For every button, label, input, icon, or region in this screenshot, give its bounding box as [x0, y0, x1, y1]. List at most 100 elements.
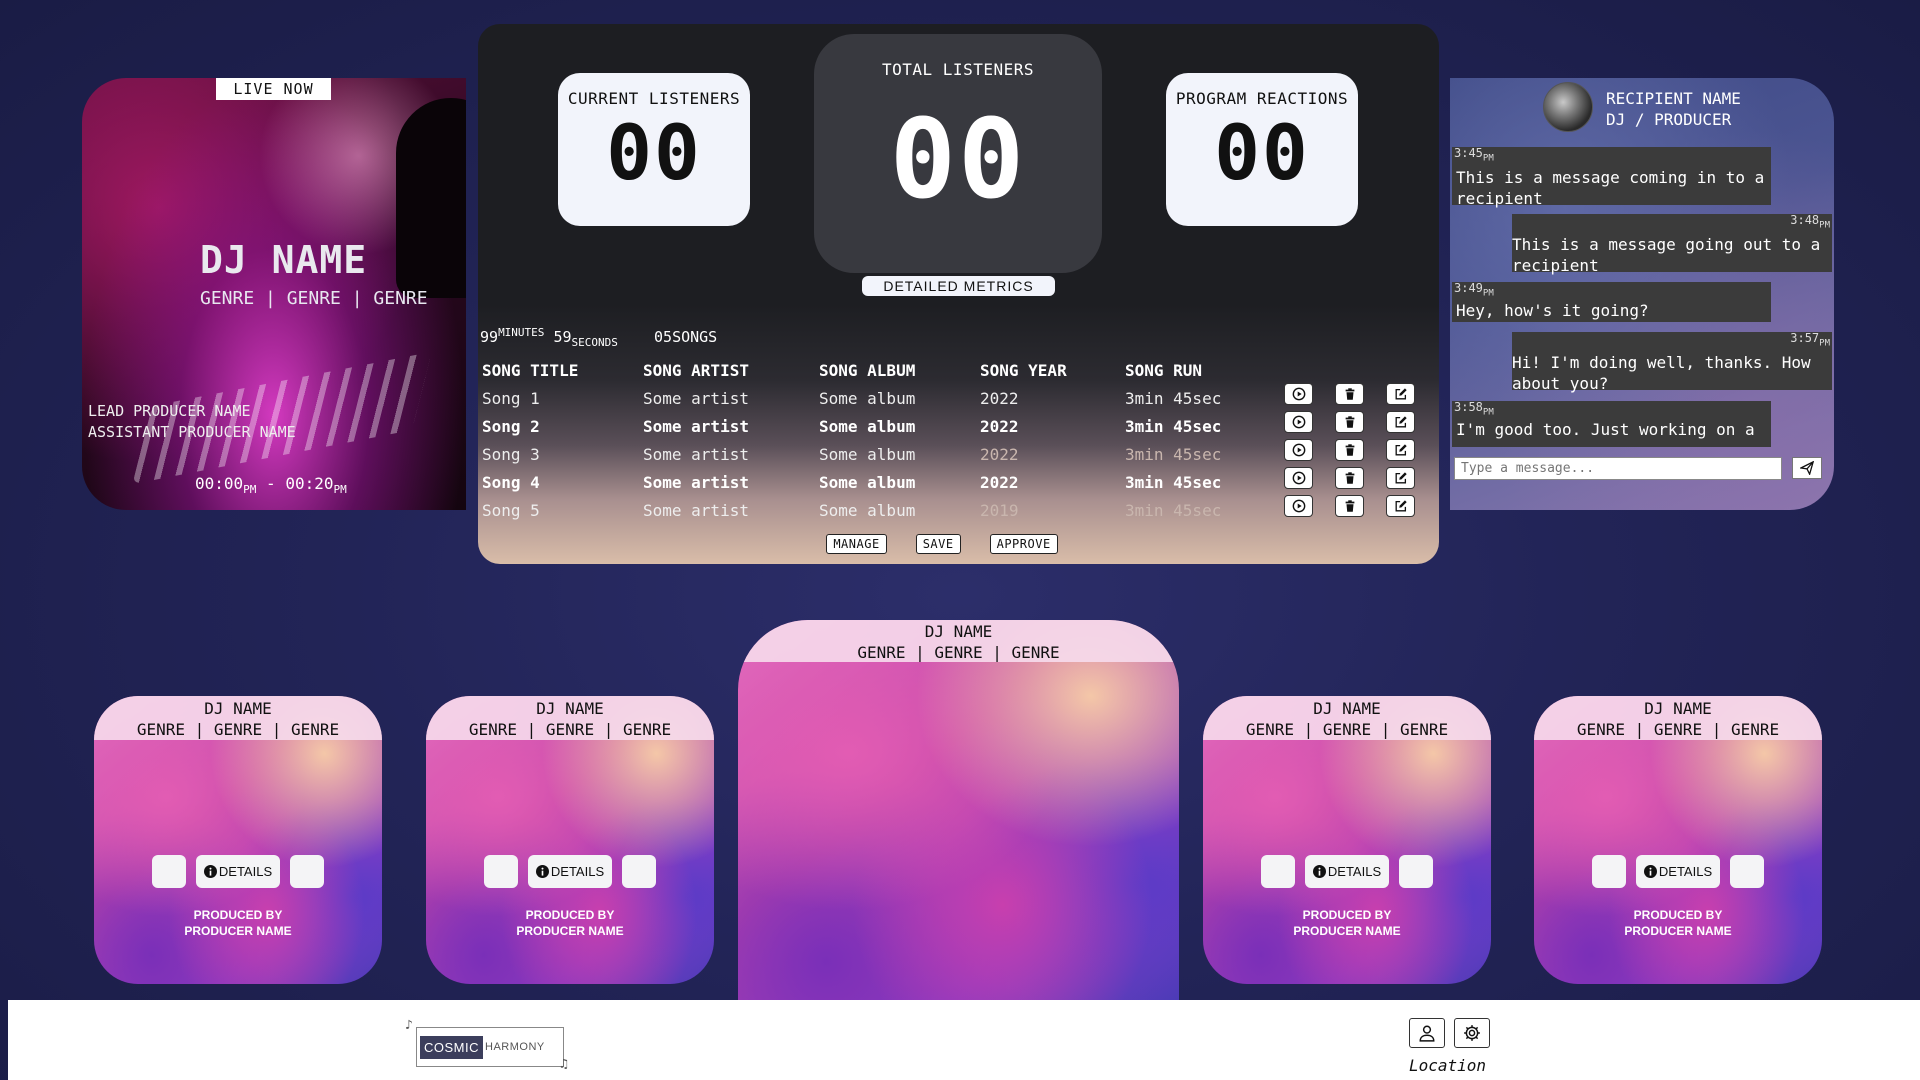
program-right-button[interactable]	[1730, 855, 1765, 888]
program-card[interactable]: DJ NAME GENRE | GENRE | GENRE DETAILS PR…	[1203, 696, 1491, 984]
table-row[interactable]: Song 5 Some artist Some album 2019 3min …	[482, 496, 1242, 524]
edit-button[interactable]	[1386, 467, 1415, 489]
program-dj-name: DJ NAME	[1644, 699, 1712, 718]
play-button[interactable]	[1284, 439, 1313, 461]
info-icon	[535, 865, 549, 878]
program-right-button[interactable]	[622, 855, 657, 888]
user-icon	[1419, 1025, 1435, 1042]
header-song-artist: SONG ARTIST	[643, 360, 749, 380]
table-row[interactable]: Song 4 Some artist Some album 2022 3min …	[482, 468, 1242, 496]
details-button[interactable]: DETAILS	[1635, 855, 1721, 888]
table-row[interactable]: Song 1 Some artist Some album 2022 3min …	[482, 384, 1242, 412]
save-button[interactable]: SAVE	[915, 534, 961, 554]
music-note-icon: ♫	[560, 1057, 568, 1072]
header-song-album: SONG ALBUM	[819, 360, 916, 380]
message-timestamp: 3:48PM	[1790, 213, 1830, 231]
produced-by-label: PRODUCED BY	[1302, 908, 1392, 922]
producer-name: PRODUCER NAME	[184, 924, 292, 938]
row-action-group	[1284, 380, 1437, 408]
program-dj-name: DJ NAME	[536, 699, 604, 718]
delete-button[interactable]	[1335, 495, 1364, 517]
total-listeners-card: TOTAL LISTENERS 00	[814, 34, 1102, 273]
song-run-cell: 3min 45sec	[1125, 388, 1222, 408]
details-button[interactable]: DETAILS	[527, 855, 613, 888]
program-card-header: DJ NAME GENRE | GENRE | GENRE	[94, 696, 382, 740]
details-button[interactable]: DETAILS	[1304, 855, 1390, 888]
detailed-metrics-button[interactable]: DETAILED METRICS	[862, 276, 1055, 296]
program-dj-name: DJ NAME	[204, 699, 272, 718]
logo-text-harmony: HARMONY	[485, 1041, 545, 1053]
approve-button[interactable]: APPROVE	[989, 534, 1058, 554]
current-listeners-label: CURRENT LISTENERS	[567, 89, 741, 108]
program-genres: GENRE | GENRE | GENRE	[1245, 720, 1449, 739]
settings-button[interactable]	[1454, 1018, 1490, 1048]
program-card[interactable]: DJ NAME GENRE | GENRE | GENRE DETAILS PR…	[1534, 696, 1822, 984]
song-album-cell: Some album	[819, 388, 916, 408]
song-artist-cell: Some artist	[643, 388, 749, 408]
program-left-button[interactable]	[483, 855, 518, 888]
table-row[interactable]: Song 2 Some artist Some album 2022 3min …	[482, 412, 1242, 440]
incoming-message: 3:45PM This is a message coming in to a …	[1452, 146, 1771, 208]
producer-name: PRODUCER NAME	[1293, 924, 1401, 938]
seconds-value: 59	[553, 328, 572, 346]
songs-label: SONGS	[672, 328, 718, 346]
edit-button[interactable]	[1386, 495, 1415, 517]
start-suffix: PM	[243, 483, 257, 497]
play-button[interactable]	[1284, 411, 1313, 433]
play-icon	[1292, 471, 1305, 485]
program-producer: PRODUCED BY PRODUCER NAME	[1534, 907, 1822, 939]
play-button[interactable]	[1284, 467, 1313, 489]
edit-button[interactable]	[1386, 439, 1415, 461]
play-icon	[1292, 499, 1305, 513]
manage-button[interactable]: MANAGE	[826, 534, 887, 554]
header-song-title: SONG TITLE	[482, 360, 579, 380]
row-action-group	[1284, 492, 1437, 520]
program-left-button[interactable]	[1260, 855, 1295, 888]
chat-panel: RECIPIENT NAME DJ / PRODUCER 3:45PM This…	[1450, 78, 1834, 510]
play-button[interactable]	[1284, 383, 1313, 405]
play-button[interactable]	[1284, 495, 1313, 517]
table-row[interactable]: Song 3 Some artist Some album 2022 3min …	[482, 440, 1242, 468]
info-icon	[1643, 865, 1657, 878]
program-right-button[interactable]	[1399, 855, 1434, 888]
song-artist-cell: Some artist	[643, 416, 749, 436]
header-song-year: SONG YEAR	[980, 360, 1067, 380]
program-left-button[interactable]	[1591, 855, 1626, 888]
program-card[interactable]: DJ NAME GENRE | GENRE | GENRE DETAILS PR…	[94, 696, 382, 984]
recipient-role: DJ / PRODUCER	[1606, 110, 1732, 129]
total-listeners-value: 00	[889, 95, 1027, 223]
song-year-cell: 2022	[980, 416, 1019, 436]
program-producer: PRODUCED BY PRODUCER NAME	[94, 907, 382, 939]
details-label: DETAILS	[1327, 864, 1382, 879]
program-card[interactable]: DJ NAME GENRE | GENRE | GENRE DETAILS PR…	[426, 696, 714, 984]
send-icon	[1800, 461, 1814, 475]
live-now-card[interactable]: LIVE NOW DJ NAME GENRE | GENRE | GENRE L…	[82, 78, 466, 510]
send-button[interactable]	[1792, 457, 1822, 479]
program-card-header: DJ NAME GENRE | GENRE | GENRE	[1203, 696, 1491, 740]
edit-button[interactable]	[1386, 383, 1415, 405]
featured-program-card[interactable]: DJ NAME GENRE | GENRE | GENRE	[738, 620, 1179, 1000]
profile-button[interactable]	[1409, 1018, 1445, 1048]
delete-button[interactable]	[1335, 411, 1364, 433]
incoming-message: 3:49PM Hey, how's it going?	[1452, 281, 1771, 322]
song-run-cell: 3min 45sec	[1125, 444, 1222, 464]
header-song-run: SONG RUN	[1125, 360, 1203, 380]
program-left-button[interactable]	[151, 855, 186, 888]
delete-button[interactable]	[1335, 467, 1364, 489]
producer-name: PRODUCER NAME	[1624, 924, 1732, 938]
program-genres: GENRE | GENRE | GENRE	[857, 643, 1060, 662]
program-card-header: DJ NAME GENRE | GENRE | GENRE	[738, 620, 1179, 662]
details-button[interactable]: DETAILS	[195, 855, 281, 888]
program-right-button[interactable]	[290, 855, 325, 888]
songs-value: 05	[654, 328, 673, 346]
message-input[interactable]	[1454, 457, 1782, 480]
delete-button[interactable]	[1335, 439, 1364, 461]
edit-button[interactable]	[1386, 411, 1415, 433]
cosmic-harmony-logo[interactable]: COSMIC HARMONY	[416, 1027, 564, 1067]
program-card-header: DJ NAME GENRE | GENRE | GENRE	[426, 696, 714, 740]
delete-button[interactable]	[1335, 383, 1364, 405]
music-note-icon: ♪	[405, 1018, 413, 1033]
location-label[interactable]: Location	[1409, 1056, 1486, 1075]
trash-icon	[1345, 500, 1354, 512]
live-now-badge: LIVE NOW	[216, 78, 331, 100]
